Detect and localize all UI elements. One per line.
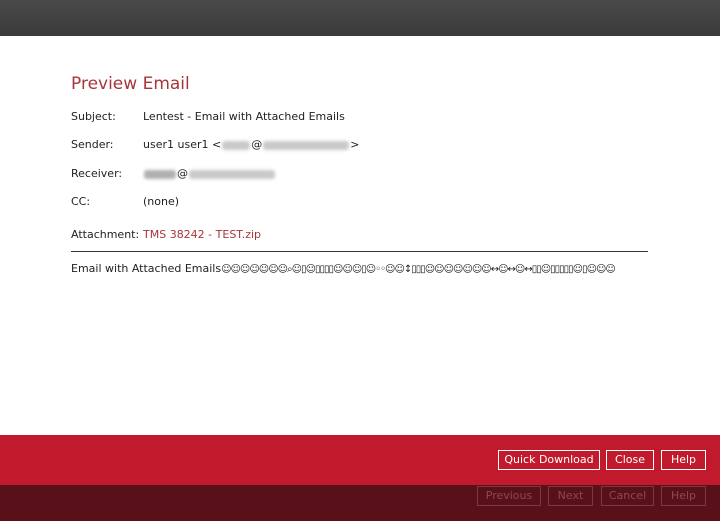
subject-value: Lentest - Email with Attached Emails — [143, 110, 345, 123]
redacted-text — [189, 169, 275, 179]
receiver-value: @ — [143, 167, 276, 180]
sender-value: user1 user1 < @ > — [143, 138, 359, 151]
wizard-help-button[interactable]: Help — [661, 486, 706, 506]
sender-name: user1 user1 < — [143, 138, 222, 151]
sender-close: > — [350, 138, 360, 151]
sender-at: @ — [251, 138, 263, 151]
help-button[interactable]: Help — [661, 450, 706, 470]
receiver-label: Receiver: — [71, 167, 123, 180]
close-button[interactable]: Close — [606, 450, 654, 470]
redacted-text — [263, 140, 350, 150]
receiver-at: @ — [177, 167, 188, 180]
cc-label: CC: — [71, 195, 91, 208]
divider — [71, 251, 648, 252]
attachment-link[interactable]: TMS 38242 - TEST.zip — [143, 228, 261, 241]
next-button[interactable]: Next — [548, 486, 593, 506]
attachment-label: Attachment: — [71, 228, 140, 241]
previous-button[interactable]: Previous — [477, 486, 541, 506]
email-body-text: Email with Attached Emails — [71, 262, 222, 275]
subject-label: Subject: — [71, 110, 116, 123]
email-body-emoji: ☺☺☺☺☺☺☺⌕☺▯☺▯▯▯▯☺☺☺▯☺◦◦☺☺↕▯▯▯☺☺☺☺☺☺☺↔☺↔☺↔… — [221, 264, 616, 275]
quick-download-button[interactable]: Quick Download — [498, 450, 600, 470]
action-bar: Quick Download Close Help — [0, 435, 720, 485]
redacted-text — [144, 169, 176, 179]
cancel-button[interactable]: Cancel — [601, 486, 654, 506]
wizard-bar: Previous Next Cancel Help — [0, 485, 720, 521]
email-body: Email with Attached Emails☺☺☺☺☺☺☺⌕☺▯☺▯▯▯… — [71, 262, 616, 275]
redacted-text — [222, 140, 251, 150]
top-bar — [0, 0, 720, 36]
page-title: Preview Email — [71, 74, 190, 94]
cc-value: (none) — [143, 195, 180, 208]
preview-email-dialog: Preview Email Subject: Lentest - Email w… — [0, 36, 720, 435]
sender-label: Sender: — [71, 138, 114, 151]
